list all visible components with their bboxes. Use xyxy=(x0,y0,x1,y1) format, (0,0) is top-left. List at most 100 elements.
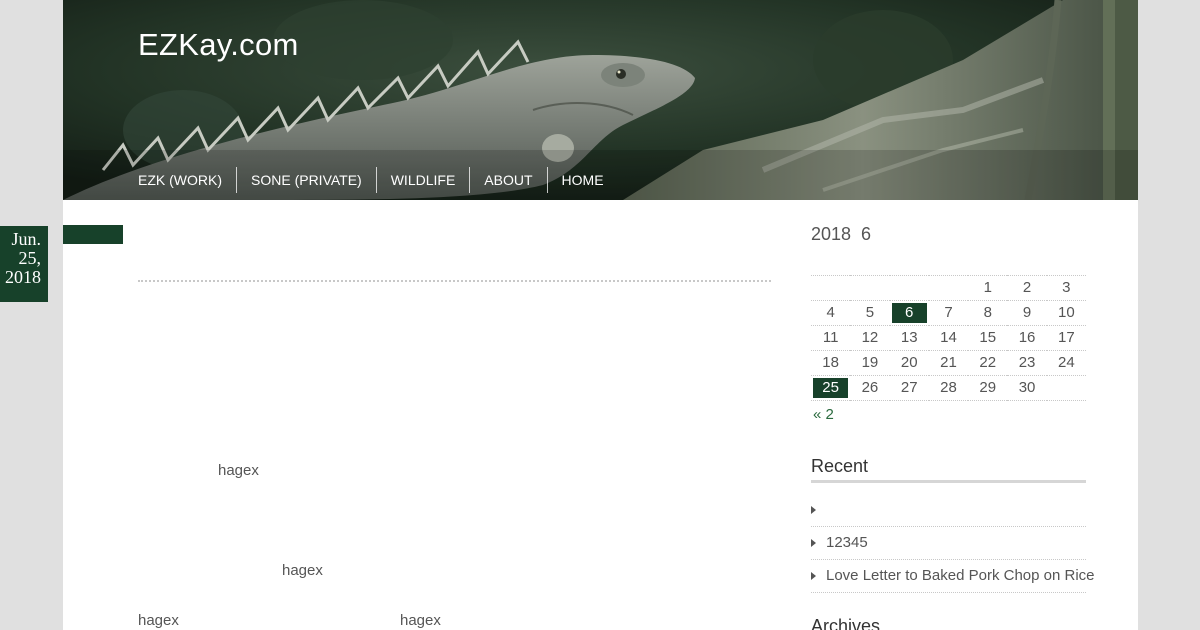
calendar-day-cell: 4 xyxy=(811,300,851,326)
caret-right-icon xyxy=(811,539,816,547)
calendar-week-row: 1 2 3 xyxy=(811,275,1086,301)
calendar-day: 30 xyxy=(1018,379,1036,396)
calendar-day: 28 xyxy=(940,379,957,396)
calendar-day-cell: 5 xyxy=(850,300,890,326)
site-title[interactable]: EZKay.com xyxy=(138,27,299,63)
calendar-day-cell: 20 xyxy=(889,350,929,376)
calendar-day-cell: 28 xyxy=(928,375,969,401)
calendar-day xyxy=(892,276,927,296)
recent-item-label: 12345 xyxy=(826,534,868,551)
caret-right-icon xyxy=(811,506,816,514)
calendar-day: 18 xyxy=(822,354,839,371)
calendar-caption: 2018 6 xyxy=(811,224,872,244)
post-text-snippet: hagex xyxy=(138,612,179,629)
calendar-day-cell: 24 xyxy=(1046,350,1086,376)
calendar-day: 23 xyxy=(1018,354,1036,371)
calendar-day: 17 xyxy=(1058,329,1075,346)
calendar-day: 4 xyxy=(826,304,835,321)
calendar-day: 13 xyxy=(900,329,918,346)
recent-list: 12345 Love Letter to Baked Pork Chop on … xyxy=(811,494,1095,593)
recent-list-item[interactable] xyxy=(811,494,1086,527)
calendar-day-cell[interactable]: 25 xyxy=(811,375,851,401)
calendar-day-cell: 14 xyxy=(928,325,969,351)
calendar-day xyxy=(813,276,848,296)
post-date-badge: Jun. 25, 2018 xyxy=(0,226,48,302)
calendar-day-cell xyxy=(811,275,851,301)
calendar-day-cell: 1 xyxy=(968,275,1008,301)
post-date-month: Jun. xyxy=(11,229,41,249)
calendar-day-cell: 12 xyxy=(850,325,890,351)
calendar-day: 14 xyxy=(940,329,957,346)
calendar-day-cell: 21 xyxy=(928,350,969,376)
calendar-day-cell: 30 xyxy=(1007,375,1047,401)
calendar-day-cell: 23 xyxy=(1007,350,1047,376)
nav-item-ezk-work[interactable]: EZK (WORK) xyxy=(138,167,236,193)
post-text-snippet: hagex xyxy=(400,612,441,629)
post-text-snippet: hagex xyxy=(218,462,259,479)
calendar-day-cell xyxy=(928,275,969,301)
post-date-day: 25, xyxy=(18,248,42,268)
post-date-year: 2018 xyxy=(5,267,41,287)
calendar-day-cell[interactable]: 6 xyxy=(889,300,929,326)
header-banner: EZKay.com EZK (WORK) SONE (PRIVATE) WILD… xyxy=(63,0,1138,200)
calendar-day: 27 xyxy=(900,379,918,396)
calendar-day-cell xyxy=(850,275,890,301)
calendar-day-cell: 9 xyxy=(1007,300,1047,326)
calendar-prev-link[interactable]: « 2 xyxy=(813,406,834,423)
calendar-week-row: 18 19 20 21 22 23 24 xyxy=(811,350,1086,376)
calendar-day: 24 xyxy=(1058,354,1075,371)
calendar-day-cell: 3 xyxy=(1046,275,1086,301)
main-nav: EZK (WORK) SONE (PRIVATE) WILDLIFE ABOUT… xyxy=(138,166,618,194)
recent-list-item[interactable]: 12345 xyxy=(811,527,1086,560)
post-divider xyxy=(138,280,771,282)
calendar-day: 12 xyxy=(861,329,879,346)
page: EZKay.com EZK (WORK) SONE (PRIVATE) WILD… xyxy=(63,0,1138,630)
calendar-day: 21 xyxy=(940,354,957,371)
calendar-day: 3 xyxy=(1062,279,1071,296)
calendar-day-link[interactable]: 6 xyxy=(891,303,927,323)
calendar-day-cell: 22 xyxy=(968,350,1008,376)
post-text-snippet: hagex xyxy=(282,562,323,579)
calendar-day-cell: 15 xyxy=(968,325,1008,351)
nav-item-home[interactable]: HOME xyxy=(546,167,618,193)
calendar-day: 15 xyxy=(979,329,997,346)
calendar-day: 20 xyxy=(900,354,918,371)
calendar-week-row: 11 12 13 14 15 16 17 xyxy=(811,325,1086,351)
recent-widget-title: Recent xyxy=(811,456,869,476)
calendar-day-cell: 29 xyxy=(968,375,1008,401)
calendar-day xyxy=(1049,376,1084,396)
calendar-table: 1 2 3 4 5 6 7 8 9 10 11 12 13 14 15 16 17 18 19 20 21 22 23 24 2… xyxy=(811,275,1086,401)
calendar-day-link[interactable]: 25 xyxy=(813,378,849,398)
calendar-day-cell: 16 xyxy=(1007,325,1047,351)
calendar-day-cell xyxy=(889,275,929,301)
calendar-day: 9 xyxy=(1022,304,1032,321)
calendar-day xyxy=(931,276,966,296)
calendar-day-cell: 11 xyxy=(811,325,851,351)
calendar-day-cell: 8 xyxy=(968,300,1008,326)
calendar-day: 8 xyxy=(983,304,992,321)
calendar-day: 2 xyxy=(1022,279,1032,296)
caret-right-icon xyxy=(811,572,816,580)
recent-widget-underline xyxy=(811,480,1086,483)
calendar-day-cell: 18 xyxy=(811,350,851,376)
calendar-day-cell: 2 xyxy=(1007,275,1047,301)
calendar-day: 22 xyxy=(979,354,997,371)
calendar-day-cell: 17 xyxy=(1046,325,1086,351)
recent-item-label: Love Letter to Baked Pork Chop on Rice xyxy=(826,567,1095,584)
archives-widget-title: Archives xyxy=(811,616,881,630)
calendar-day-cell: 7 xyxy=(928,300,969,326)
nav-item-sone-private[interactable]: SONE (PRIVATE) xyxy=(236,167,376,193)
calendar-week-row: 4 5 6 7 8 9 10 xyxy=(811,300,1086,326)
calendar-day-cell xyxy=(1046,375,1086,401)
calendar-week-row: 25 26 27 28 29 30 xyxy=(811,375,1086,401)
nav-item-about[interactable]: ABOUT xyxy=(469,167,546,193)
calendar-day-cell: 19 xyxy=(850,350,890,376)
calendar-day: 26 xyxy=(861,379,879,396)
calendar-day-cell: 10 xyxy=(1046,300,1086,326)
calendar-day-cell: 27 xyxy=(889,375,929,401)
calendar-day-cell: 26 xyxy=(850,375,890,401)
recent-list-item[interactable]: Love Letter to Baked Pork Chop on Rice xyxy=(811,560,1095,593)
post-accent-tab xyxy=(63,225,123,244)
calendar-day: 16 xyxy=(1018,329,1036,346)
nav-item-wildlife[interactable]: WILDLIFE xyxy=(375,167,470,193)
